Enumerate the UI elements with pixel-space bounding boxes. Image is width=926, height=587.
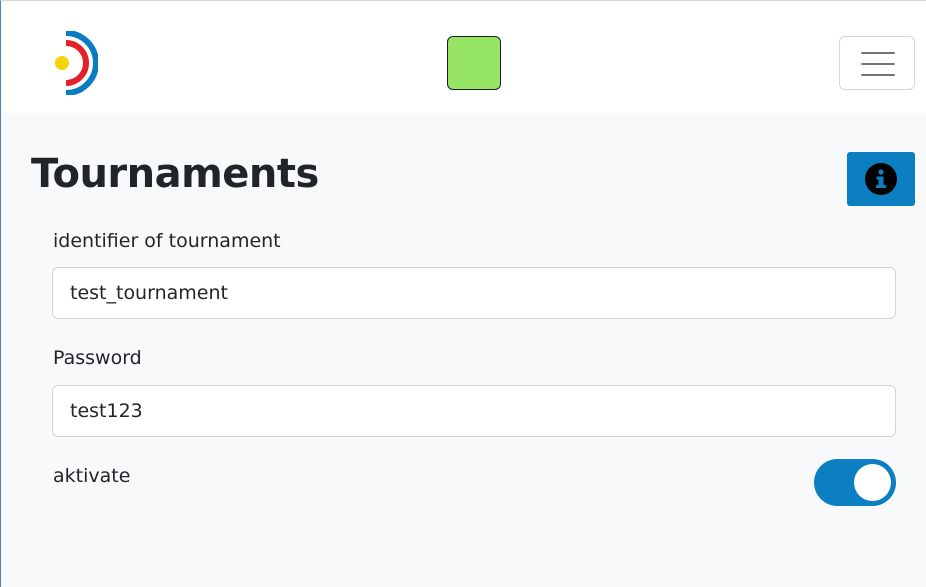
info-circle-icon bbox=[865, 163, 897, 195]
password-label: Password bbox=[53, 347, 142, 369]
activate-label: aktivate bbox=[53, 465, 131, 487]
password-input[interactable] bbox=[52, 385, 896, 437]
identifier-input[interactable] bbox=[52, 267, 896, 319]
info-button[interactable] bbox=[847, 152, 915, 206]
status-indicator bbox=[447, 36, 501, 90]
identifier-label: identifier of tournament bbox=[53, 230, 281, 252]
activate-toggle[interactable] bbox=[814, 459, 896, 506]
toggle-knob bbox=[854, 464, 891, 501]
hamburger-menu-icon bbox=[861, 52, 895, 54]
app-frame: Tournaments identifier of tournament Pas… bbox=[0, 0, 926, 587]
target-logo-icon[interactable] bbox=[46, 30, 99, 96]
menu-toggle-button[interactable] bbox=[839, 36, 915, 90]
page-title: Tournaments bbox=[31, 151, 319, 197]
hamburger-bar bbox=[861, 74, 895, 76]
hamburger-bar bbox=[861, 63, 895, 65]
navbar bbox=[2, 2, 926, 113]
